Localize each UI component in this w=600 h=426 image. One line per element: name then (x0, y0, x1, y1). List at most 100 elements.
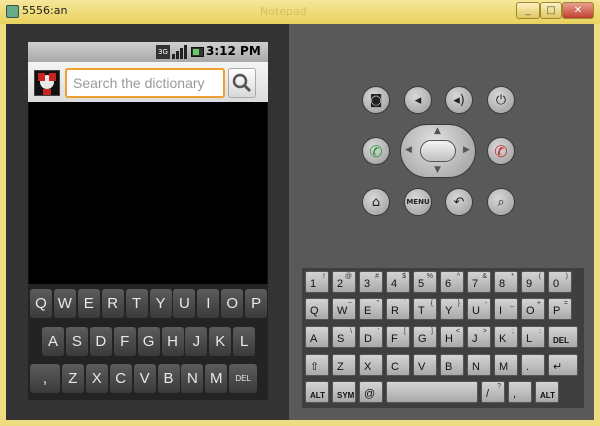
soft-key[interactable]: Y (149, 289, 172, 318)
hw-key[interactable]: 4 $ (386, 271, 410, 293)
call-button[interactable]: ✆ (362, 137, 390, 165)
hw-key-label: 6 (445, 278, 452, 290)
volume-down-icon: ◂ (414, 93, 422, 108)
volume-up-button[interactable]: ◂) (445, 86, 473, 114)
soft-key[interactable]: Z (61, 364, 84, 393)
hw-key[interactable]: E " (359, 298, 383, 320)
soft-key[interactable]: P (245, 289, 268, 318)
hw-key[interactable]: 7 & (467, 271, 491, 293)
hw-key[interactable]: N (467, 354, 491, 376)
hw-key-label: G (418, 333, 427, 345)
hw-key[interactable]: X (359, 354, 383, 376)
hw-key-label: Y (445, 305, 453, 317)
hw-key[interactable]: V (413, 354, 437, 376)
hw-key[interactable]: 1! (305, 271, 329, 293)
hw-key[interactable]: M (494, 354, 518, 376)
hw-key[interactable]: 0) (548, 271, 572, 293)
hw-key[interactable]: R ` (386, 298, 410, 320)
dpad-up-arrow[interactable]: ▲ (434, 126, 441, 136)
hw-key[interactable]: 3 # (359, 271, 383, 293)
hw-key[interactable]: /? (481, 381, 505, 403)
hw-key[interactable]: ⇧ (305, 354, 329, 376)
hw-key[interactable]: SYM (332, 381, 356, 403)
hw-key[interactable]: 5% (413, 271, 437, 293)
hw-key[interactable]: U- (467, 298, 491, 320)
hw-key[interactable]: S \ (332, 326, 356, 348)
hw-key[interactable]: Q (305, 298, 329, 320)
soft-key[interactable]: O (221, 289, 244, 318)
back-button[interactable]: ↶ (445, 188, 473, 216)
soft-key[interactable]: B (157, 364, 180, 393)
dpad-left-arrow[interactable]: ◀ (405, 145, 412, 155)
soft-key[interactable]: T (125, 289, 148, 318)
soft-key[interactable]: W (53, 289, 76, 318)
power-button[interactable]: ⏻ (487, 86, 515, 114)
soft-key[interactable]: V (133, 364, 156, 393)
soft-key[interactable]: D (89, 327, 112, 356)
soft-key[interactable]: E (77, 289, 100, 318)
soft-key[interactable]: R (101, 289, 124, 318)
search-button[interactable] (228, 68, 256, 98)
hw-key[interactable]: G] (413, 326, 437, 348)
hw-key[interactable]: 6 ^ (440, 271, 464, 293)
home-button[interactable]: ⌂ (362, 188, 390, 216)
hw-key[interactable]: C (386, 354, 410, 376)
hw-key-delete[interactable]: DEL (548, 326, 578, 348)
soft-key[interactable]: , (30, 364, 60, 393)
close-button[interactable]: ✕ (562, 2, 594, 19)
hw-key[interactable]: J > (467, 326, 491, 348)
hw-key[interactable]: H < (440, 326, 464, 348)
search-hw-button[interactable]: ⌕ (487, 188, 515, 216)
hw-key[interactable]: @ (359, 381, 383, 403)
minimize-button[interactable]: _ (516, 2, 540, 19)
soft-key[interactable]: X (85, 364, 108, 393)
hw-key-label: 0 (553, 278, 560, 290)
soft-key[interactable]: H (161, 327, 184, 356)
volume-down-button[interactable]: ◂ (404, 86, 432, 114)
hw-key[interactable]: ALT (535, 381, 559, 403)
soft-key[interactable]: M (205, 364, 228, 393)
hw-key[interactable]: 2 @ (332, 271, 356, 293)
search-input[interactable] (65, 68, 225, 98)
hw-key[interactable]: . (521, 354, 545, 376)
soft-key-delete[interactable]: DEL (229, 364, 258, 393)
hw-key[interactable]: P = (548, 298, 572, 320)
hw-key[interactable]: D ' (359, 326, 383, 348)
soft-key[interactable]: S (65, 327, 88, 356)
hw-key[interactable]: Y} (440, 298, 464, 320)
hw-key[interactable]: A (305, 326, 329, 348)
dpad-center-button[interactable] (420, 140, 456, 162)
soft-key[interactable]: I (197, 289, 220, 318)
hw-key[interactable]: Z (332, 354, 356, 376)
soft-key[interactable]: K (209, 327, 232, 356)
soft-key[interactable]: J (185, 327, 208, 356)
soft-key[interactable]: Q (30, 289, 52, 318)
soft-key[interactable]: G (137, 327, 160, 356)
dpad-down-arrow[interactable]: ▼ (434, 165, 441, 175)
soft-key[interactable]: A (42, 327, 64, 356)
hw-key[interactable]: , (508, 381, 532, 403)
hw-key[interactable]: O + (521, 298, 545, 320)
maximize-button[interactable]: □ (540, 2, 562, 19)
dpad-right-arrow[interactable]: ▶ (463, 145, 470, 155)
hw-key[interactable]: T{ (413, 298, 437, 320)
hw-key[interactable]: 9( (521, 271, 545, 293)
hw-key[interactable]: ↵ (548, 354, 578, 376)
hw-key[interactable]: 8 * (494, 271, 518, 293)
soft-key[interactable]: C (109, 364, 132, 393)
soft-key[interactable]: N (181, 364, 204, 393)
soft-key[interactable]: F (113, 327, 136, 356)
hw-key[interactable]: L: (521, 326, 545, 348)
camera-button[interactable]: ◙ (362, 86, 390, 114)
soft-key[interactable]: L (233, 327, 256, 356)
hw-key-space[interactable] (386, 381, 478, 403)
end-call-button[interactable]: ✆ (487, 137, 515, 165)
hw-key[interactable]: B (440, 354, 464, 376)
menu-button[interactable]: MENU (404, 188, 432, 216)
hw-key[interactable]: I _ (494, 298, 518, 320)
hw-key[interactable]: F[ (386, 326, 410, 348)
hw-key[interactable]: W ~ (332, 298, 356, 320)
soft-key[interactable]: U (173, 289, 196, 318)
hw-key[interactable]: ALT (305, 381, 329, 403)
hw-key[interactable]: K; (494, 326, 518, 348)
